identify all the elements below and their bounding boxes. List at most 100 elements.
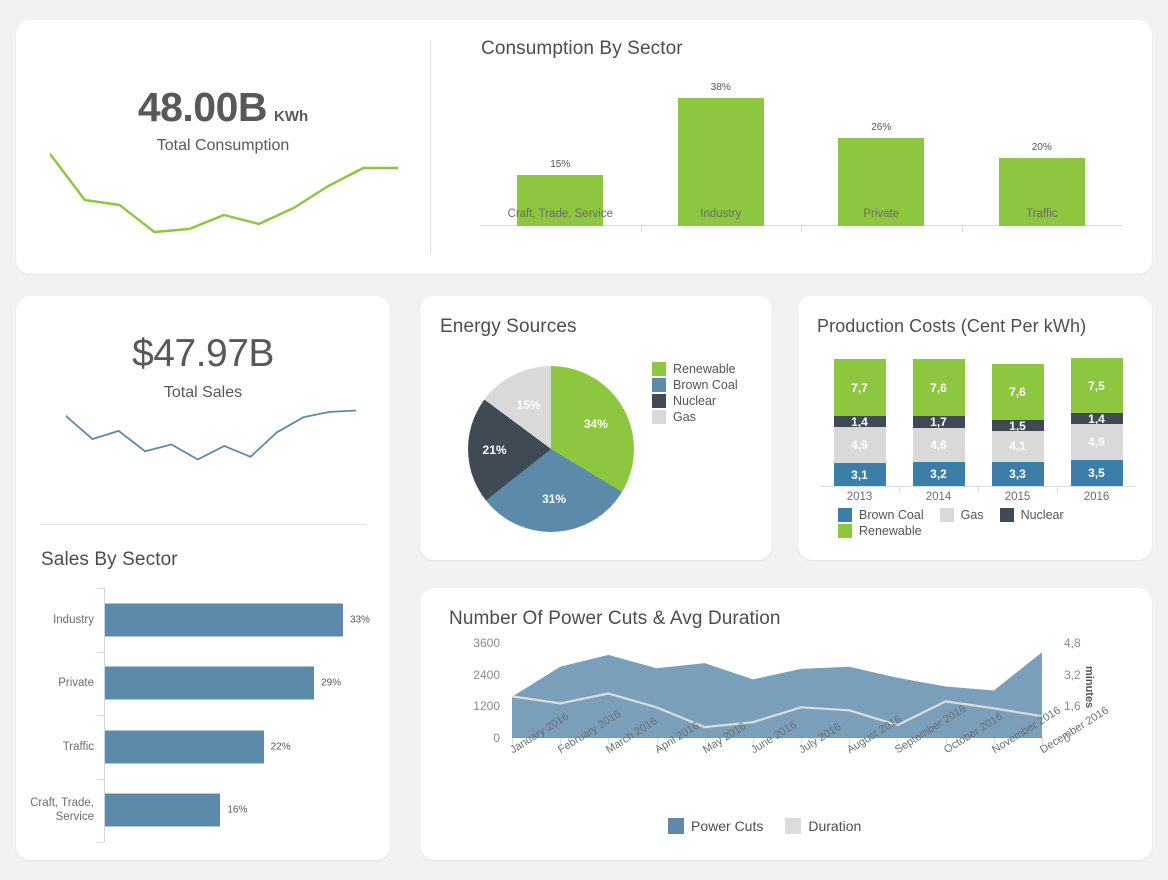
bar-value-label: 26% [871, 122, 892, 134]
stacked-bar[interactable]: 7,6 1,5 4,1 3,3 [991, 363, 1044, 486]
stack-segment[interactable]: 7,5 [1070, 358, 1123, 414]
stack-segment[interactable]: 7,6 [912, 359, 965, 416]
stack-segment[interactable]: 4,1 [991, 431, 1044, 462]
pie-slice-label: 15% [516, 397, 541, 412]
legend-item[interactable]: Gas [652, 410, 738, 424]
legend-swatch [999, 508, 1014, 522]
sales-bars-plot: Industry 33% Private 29% Traffic 22% Craft, Tr… [30, 588, 378, 843]
bar-group: 26% Private [801, 84, 962, 226]
stacked-bar[interactable]: 7,5 1,4 4,9 3,5 [1070, 358, 1123, 486]
kpi-total-consumption: 48.00B KWh Total Consumption [16, 20, 430, 274]
segment-value-label: 7,7 [851, 380, 868, 395]
legend-item[interactable]: Nuclear [652, 394, 738, 408]
sales-card-divider [40, 524, 366, 525]
segment-value-label: 1,7 [930, 414, 947, 429]
legend-item[interactable]: Brown Coal [838, 508, 924, 522]
stack-segment[interactable]: 4,6 [912, 428, 965, 463]
stacked-bar-group: 7,6 1,7 4,6 3,2 [899, 358, 978, 486]
legend-item[interactable]: Brown Coal [652, 378, 738, 392]
bar[interactable] [105, 793, 221, 827]
stack-segment[interactable]: 7,7 [833, 359, 886, 417]
legend-label: Gas [960, 508, 984, 522]
pie-slice-label: 21% [482, 442, 507, 457]
stacked-bar-group: 7,7 1,4 4,9 3,1 [820, 358, 899, 486]
axis-tick [1057, 486, 1058, 493]
category-label: 2014 [925, 491, 952, 503]
energy-sources-card: Energy Sources 34% 31% 21% 15% Renewable Bro… [420, 296, 772, 560]
stack-segment[interactable]: 3,1 [833, 463, 886, 486]
category-label: Private [58, 677, 94, 690]
legend-item[interactable]: Power Cuts [668, 818, 763, 834]
production-costs-card: Production Costs (Cent Per kWh) 7,7 1,4 4,… [798, 296, 1152, 560]
kpi-sales-value-row: $47.97B [16, 332, 390, 376]
axis-tick [97, 588, 104, 589]
bar[interactable] [677, 97, 764, 226]
stack-segment[interactable]: 4,9 [833, 426, 886, 464]
stack-segment[interactable]: 1,4 [1070, 412, 1123, 426]
category-label: Traffic [1026, 208, 1058, 220]
legend-item[interactable]: Gas [939, 508, 984, 522]
stack-segment[interactable]: 7,6 [991, 363, 1044, 421]
legend-label: Brown Coal [859, 508, 924, 522]
y-axis-right-tick-label: 1,6 [1064, 699, 1081, 714]
y-axis-left-tick-label: 3600 [473, 636, 500, 650]
axis-tick [97, 651, 104, 653]
segment-value-label: 7,6 [930, 380, 947, 395]
energy-sources-legend: Renewable Brown Coal Nuclear Gas [652, 362, 738, 426]
axis-tick [97, 842, 104, 843]
legend-label: Renewable [859, 524, 922, 538]
stack-segment[interactable]: 3,5 [1070, 460, 1123, 486]
legend-item[interactable]: Renewable [838, 524, 922, 538]
card-divider [430, 40, 431, 254]
bar-value-label: 16% [227, 804, 248, 816]
bar[interactable] [105, 603, 343, 637]
bar-value-label: 38% [710, 81, 731, 93]
legend-swatch [652, 378, 666, 392]
production-costs-legend: Brown Coal Gas Nuclear Renewable [838, 508, 1118, 540]
production-costs-title: Production Costs (Cent Per kWh) [817, 316, 1087, 336]
legend-label: Gas [673, 410, 696, 424]
legend-swatch [939, 508, 954, 522]
segment-value-label: 7,6 [1009, 385, 1026, 400]
segment-value-label: 3,1 [851, 467, 868, 482]
legend-item[interactable]: Duration [785, 818, 861, 834]
pie-slice-label: 31% [542, 491, 567, 506]
stacked-bar[interactable]: 7,7 1,4 4,9 3,1 [833, 359, 886, 486]
y-axis-left-tick-label: 2400 [473, 667, 500, 682]
bar-group: 38% Industry [641, 81, 802, 226]
stack-segment[interactable]: 1,5 [991, 419, 1044, 433]
legend-label: Power Cuts [691, 818, 764, 834]
legend-swatch [652, 410, 666, 424]
bar[interactable] [105, 666, 315, 700]
category-label: 2016 [1083, 491, 1110, 503]
sales-sparkline [66, 401, 356, 469]
legend-label: Brown Coal [673, 378, 738, 392]
stack-segment[interactable]: 3,3 [991, 461, 1044, 486]
legend-label: Duration [808, 818, 862, 834]
stacked-bar[interactable]: 7,6 1,7 4,6 3,2 [912, 359, 965, 486]
axis-tick [640, 225, 642, 232]
category-label: Craft, Trade, Service [30, 797, 94, 824]
axis-tick [97, 778, 104, 780]
energy-sources-title: Energy Sources [440, 316, 577, 337]
category-label: Industry [700, 208, 742, 220]
segment-value-label: 4,9 [1088, 434, 1105, 449]
segment-value-label: 3,2 [930, 467, 947, 482]
bar-group: 20% Traffic [962, 84, 1123, 226]
stack-segment[interactable]: 4,9 [1070, 423, 1123, 461]
sales-by-sector-chart: Sales By Sector Industry 33% Private 29% Tra… [16, 536, 390, 860]
production-costs-plot: 7,7 1,4 4,9 3,1 7,6 1,7 4,6 3,2 7,6 1,5 4,1 3,3 7,5 1… [820, 358, 1136, 486]
stack-segment[interactable]: 1,4 [833, 415, 886, 429]
bar[interactable] [105, 730, 264, 764]
sales-chart-title: Sales By Sector [41, 549, 178, 570]
segment-value-label: 7,5 [1088, 378, 1105, 393]
bar-row: Traffic 22% [63, 715, 378, 779]
axis-tick [97, 715, 104, 716]
axis-tick [801, 225, 802, 232]
kpi-value-row: 48.00B KWh [16, 84, 430, 131]
stack-segment[interactable]: 1,7 [912, 414, 965, 429]
legend-item[interactable]: Renewable [652, 362, 738, 376]
legend-item[interactable]: Nuclear [999, 508, 1064, 522]
bar-group: 15% Craft, Trade, Service [480, 84, 641, 226]
stack-segment[interactable]: 3,2 [912, 462, 965, 486]
